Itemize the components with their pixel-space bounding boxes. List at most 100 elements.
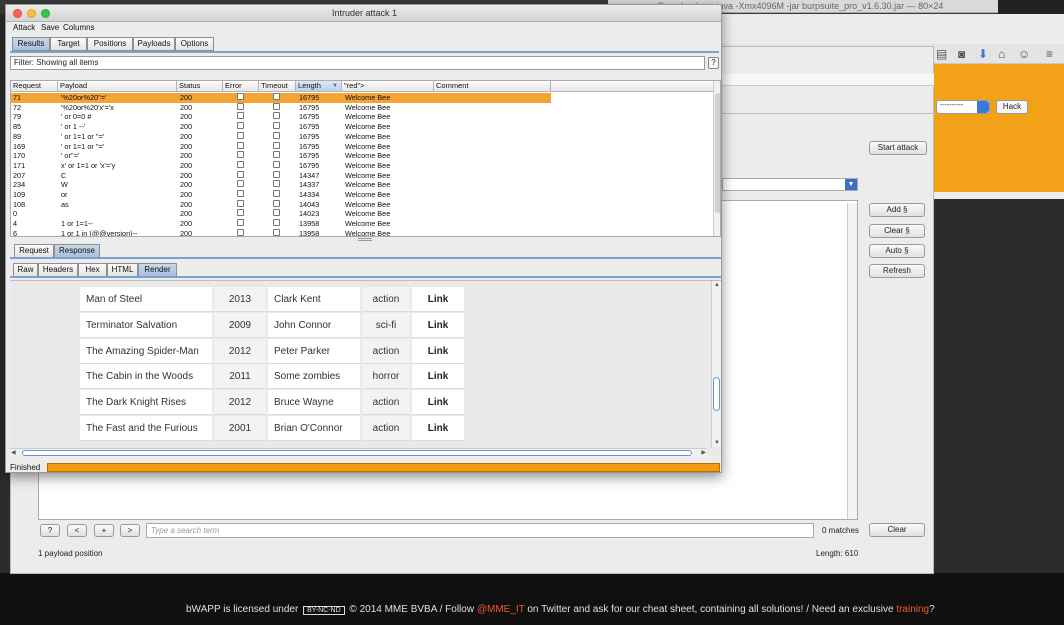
column-header-length[interactable]: Length ▼ — [296, 81, 342, 92]
movie-link[interactable]: Link — [412, 312, 464, 338]
timeout-checkbox — [273, 102, 280, 110]
search-prev-button[interactable]: < — [67, 524, 87, 537]
training-link[interactable]: training — [896, 604, 929, 615]
tab-raw[interactable]: Raw — [13, 263, 38, 277]
render-horizontal-scrollbar[interactable]: ◀ ▶ — [10, 448, 707, 457]
editor-scrollbar[interactable] — [847, 203, 857, 519]
cell-status: 200 — [180, 228, 193, 237]
render-scroll-thumb[interactable] — [713, 377, 720, 411]
table-row[interactable]: 4 1 or 1=1-- 200 13958 Welcome Bee — [11, 219, 551, 229]
cell-status: 200 — [180, 151, 193, 161]
tab-payloads[interactable]: Payloads — [133, 37, 175, 51]
column-header-timeout[interactable]: Timeout — [259, 81, 296, 92]
bookmark-icon[interactable]: ▤ — [936, 47, 947, 61]
chat-icon[interactable]: ☺ — [1018, 47, 1030, 61]
menu-icon[interactable]: ≡ — [1046, 47, 1053, 61]
cell-length: 14334 — [299, 190, 320, 199]
menu-save[interactable]: Save — [41, 23, 59, 32]
cell-status: 200 — [180, 190, 193, 199]
movie-link[interactable]: Link — [412, 338, 464, 364]
error-checkbox — [237, 141, 244, 149]
window-titlebar[interactable]: Intruder attack 1 — [6, 5, 721, 22]
table-row[interactable]: 72 '%20or%20'x'='x 200 16795 Welcome Bee — [11, 102, 551, 113]
tab-results[interactable]: Results — [12, 37, 50, 51]
scroll-up-icon[interactable]: ▲ — [714, 282, 720, 288]
tab-options[interactable]: Options — [175, 37, 214, 51]
twitter-handle-link[interactable]: @MME_IT — [477, 604, 525, 615]
bug-select[interactable]: ---------- — [936, 100, 990, 114]
table-row[interactable]: 169 ' or 1=1 or ''=' 200 16795 Welcome Bee — [11, 141, 551, 152]
list-item: Man of Steel 2013 Clark Kent action Link — [80, 287, 466, 313]
tab-response[interactable]: Response — [54, 244, 100, 258]
render-hscroll-thumb[interactable] — [22, 450, 692, 456]
search-help-button[interactable]: ? — [40, 524, 60, 537]
table-row[interactable]: 6 1 or 1 in (@@version)-- 200 13958 Welcome … — [11, 228, 551, 237]
tab-html[interactable]: HTML — [107, 263, 138, 277]
column-header-status[interactable]: Status — [177, 81, 223, 92]
intruder-attack-window: Intruder attack 1 Attack Save Columns Re… — [5, 4, 722, 473]
table-row[interactable]: 85 ' or 1 --' 200 16795 Welcome Bee — [11, 122, 551, 132]
tab-render[interactable]: Render — [138, 263, 177, 277]
movie-link[interactable]: Link — [412, 416, 464, 441]
auto-marker-button[interactable]: Auto § — [869, 244, 925, 258]
pocket-icon[interactable]: ◙ — [958, 47, 965, 61]
footer-text: bWAPP is licensed under BY-NC-ND © 2014 … — [186, 604, 935, 615]
movie-link[interactable]: Link — [412, 390, 464, 416]
refresh-button[interactable]: Refresh — [869, 264, 925, 278]
table-row[interactable]: 71 '%20or%20''=' 200 16795 Welcome Bee — [11, 93, 551, 103]
help-button[interactable]: ? — [708, 57, 719, 69]
column-header-grep-match[interactable]: "red"> — [342, 81, 434, 92]
menu-columns[interactable]: Columns — [63, 23, 95, 32]
scroll-left-icon[interactable]: ◀ — [11, 449, 16, 456]
home-icon[interactable]: ⌂ — [998, 47, 1005, 61]
movie-title: Terminator Salvation — [80, 312, 212, 338]
cc-license-badge[interactable]: BY-NC-ND — [303, 606, 345, 615]
tab-target[interactable]: Target — [50, 37, 87, 51]
table-row[interactable]: 171 x' or 1=1 or 'x'='y 200 16795 Welcome Be… — [11, 160, 551, 171]
search-input[interactable]: Type a search term — [146, 523, 814, 538]
movie-year: 2009 — [214, 312, 266, 338]
cell-status: 200 — [180, 199, 193, 209]
scroll-down-icon[interactable]: ▼ — [714, 440, 720, 446]
tab-hex[interactable]: Hex — [78, 263, 107, 277]
cell-status: 200 — [180, 180, 193, 190]
table-row[interactable]: 170 ' or''=' 200 16795 Welcome Bee — [11, 151, 551, 161]
hack-button[interactable]: Hack — [996, 100, 1028, 114]
download-icon[interactable]: ⬇ — [978, 47, 988, 61]
table-row[interactable]: 89 ' or 1=1 or ''=' 200 16795 Welcome Bee — [11, 131, 551, 142]
tab-request[interactable]: Request — [14, 244, 54, 258]
scroll-right-icon[interactable]: ▶ — [701, 449, 706, 456]
column-header-payload[interactable]: Payload — [58, 81, 177, 92]
attack-type-select[interactable]: ▼ — [722, 178, 858, 191]
column-header-comment[interactable]: Comment — [434, 81, 551, 92]
table-row[interactable]: 207 C 200 14347 Welcome Bee — [11, 170, 551, 181]
tab-positions[interactable]: Positions — [87, 37, 133, 51]
search-next-button[interactable]: > — [120, 524, 140, 537]
movie-link[interactable]: Link — [412, 287, 464, 312]
column-header-request[interactable]: Request — [11, 81, 58, 92]
cell-grep-match: Welcome Bee — [345, 228, 391, 237]
table-row[interactable]: 0 200 14023 Welcome Bee — [11, 209, 551, 219]
cell-grep-match: Welcome Bee — [345, 131, 391, 141]
movie-link[interactable]: Link — [412, 364, 464, 390]
clear-marker-button[interactable]: Clear § — [869, 224, 925, 238]
tab-headers[interactable]: Headers — [38, 263, 78, 277]
cell-grep-match: Welcome Bee — [345, 190, 391, 199]
render-vertical-scrollbar[interactable]: ▲ ▼ — [711, 281, 721, 447]
table-row[interactable]: 234 W 200 14337 Welcome Bee — [11, 180, 551, 190]
results-scroll-thumb[interactable] — [715, 93, 720, 213]
clear-search-button[interactable]: Clear — [869, 523, 925, 537]
movie-genre: action — [362, 416, 410, 441]
column-header-error[interactable]: Error — [223, 81, 259, 92]
results-filter-bar[interactable]: Filter: Showing all items — [10, 56, 705, 70]
cell-grep-match: Welcome Bee — [345, 209, 391, 219]
search-add-button[interactable]: + — [94, 524, 114, 537]
start-attack-button[interactable]: Start attack — [869, 141, 927, 155]
table-row[interactable]: 109 or 200 14334 Welcome Bee — [11, 190, 551, 200]
split-drag-handle[interactable] — [358, 238, 372, 241]
results-scrollbar[interactable] — [713, 81, 720, 236]
table-row[interactable]: 108 as 200 14043 Welcome Bee — [11, 199, 551, 210]
add-marker-button[interactable]: Add § — [869, 203, 925, 217]
table-row[interactable]: 79 ' or 0=0 # 200 16795 Welcome Bee — [11, 112, 551, 122]
menu-attack[interactable]: Attack — [13, 23, 35, 32]
